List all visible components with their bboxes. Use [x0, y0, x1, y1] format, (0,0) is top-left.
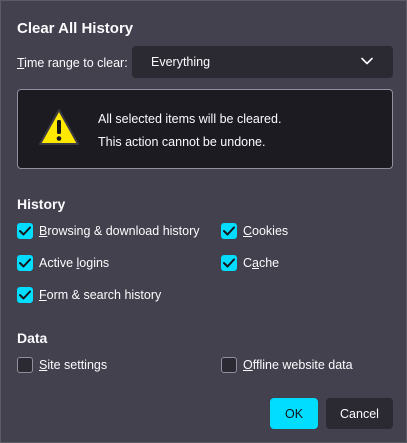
checkbox-label: Offline website data	[243, 358, 353, 372]
time-range-select[interactable]: Everything	[132, 46, 393, 78]
history-section-title: History	[17, 196, 66, 212]
checkbox-box[interactable]	[221, 223, 237, 239]
check-icon	[19, 258, 31, 268]
checkbox-cache[interactable]: Cache	[221, 255, 279, 271]
check-icon	[19, 226, 31, 236]
warning-icon	[39, 109, 79, 145]
checkbox-label: Cookies	[243, 224, 289, 238]
check-icon	[223, 258, 235, 268]
data-section-title: Data	[17, 330, 48, 346]
checkbox-browsing-download-history[interactable]: Browsing & download history	[17, 223, 200, 239]
checkbox-offline-website-data[interactable]: Offline website data	[221, 357, 353, 373]
checkbox-active-logins[interactable]: Active logins	[17, 255, 109, 271]
checkbox-box[interactable]	[17, 255, 33, 271]
checkbox-label: Browsing & download history	[39, 224, 200, 238]
checkbox-label: Active logins	[39, 256, 110, 270]
checkbox-box[interactable]	[17, 357, 33, 373]
ok-button[interactable]: OK	[270, 398, 318, 429]
checkbox-label: Site settings	[39, 358, 108, 372]
checkbox-box[interactable]	[221, 255, 237, 271]
checkbox-site-settings[interactable]: Site settings	[17, 357, 107, 373]
checkbox-box[interactable]	[17, 287, 33, 303]
checkbox-box[interactable]	[17, 223, 33, 239]
warning-box: All selected items will be cleared. This…	[17, 89, 393, 169]
check-icon	[19, 290, 31, 300]
checkbox-label: Cache	[243, 256, 280, 270]
checkbox-label: Form & search history	[39, 288, 162, 302]
chevron-down-icon	[361, 57, 373, 65]
warning-text-line-1: All selected items will be cleared.	[98, 112, 282, 126]
time-range-label-text: ime range to clear:	[24, 56, 128, 70]
checkbox-form-search-history[interactable]: Form & search history	[17, 287, 161, 303]
time-range-selected-value: Everything	[151, 55, 211, 69]
clear-history-dialog: Clear All History Time range to clear: E…	[0, 0, 407, 443]
warning-text-line-2: This action cannot be undone.	[98, 135, 266, 149]
time-range-label: Time range to clear:	[17, 56, 128, 70]
dialog-title: Clear All History	[17, 20, 134, 37]
checkbox-box[interactable]	[221, 357, 237, 373]
cancel-button[interactable]: Cancel	[326, 398, 393, 429]
check-icon	[223, 226, 235, 236]
checkbox-cookies[interactable]: Cookies	[221, 223, 288, 239]
